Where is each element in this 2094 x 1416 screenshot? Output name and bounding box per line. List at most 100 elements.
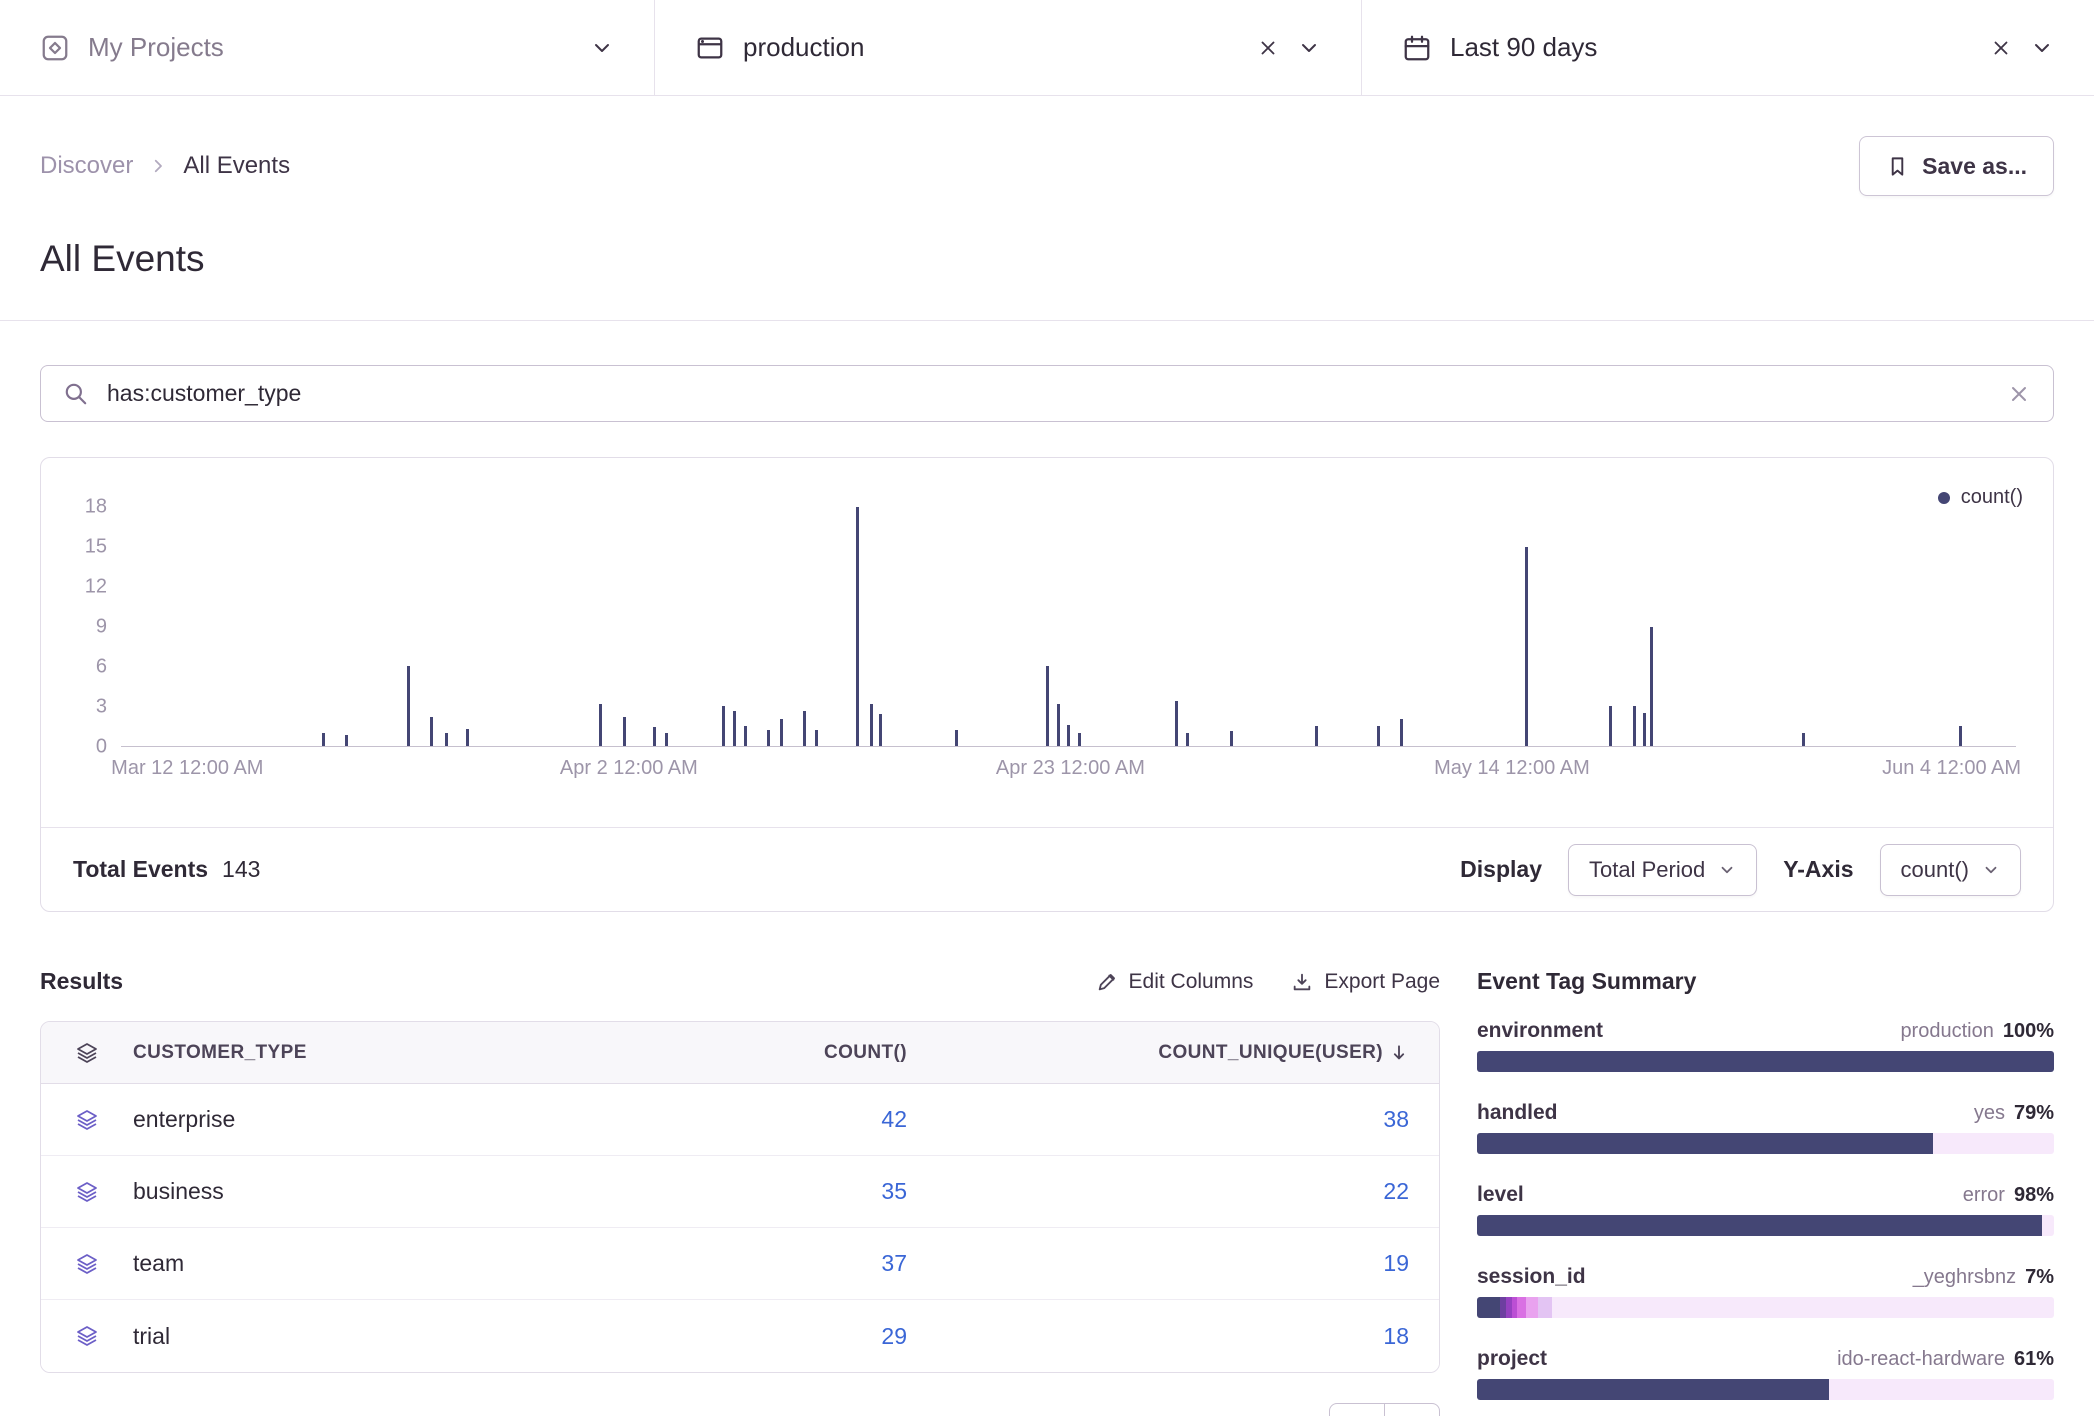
cell-customer-type: team [133, 1250, 657, 1277]
column-header-customer-type[interactable]: CUSTOMER_TYPE [133, 1042, 657, 1064]
cell-customer-type: business [133, 1178, 657, 1205]
table-row[interactable]: trial 29 18 [41, 1300, 1439, 1372]
tag-percent: 7% [2025, 1266, 2054, 1289]
tag-percent: 100% [2003, 1020, 2054, 1043]
page-header: Discover All Events Save as... All Event… [0, 96, 2094, 321]
tag-block-level: level error 98% [1477, 1183, 2054, 1236]
events-chart[interactable]: count() 0369121518 Mar 12 12:00 AMApr 2 … [41, 458, 2053, 827]
display-dropdown[interactable]: Total Period [1568, 844, 1757, 896]
column-header-count[interactable]: COUNT() [657, 1042, 907, 1064]
search-input[interactable] [107, 380, 1989, 407]
tag-top-value: yes [1974, 1102, 2005, 1125]
date-range-selector[interactable]: Last 90 days [1362, 0, 2094, 95]
chevron-right-icon [149, 157, 167, 175]
tag-bar[interactable] [1477, 1051, 2054, 1072]
cell-count[interactable]: 35 [881, 1178, 907, 1204]
chart-plot [121, 507, 2016, 747]
cell-count-unique[interactable]: 22 [1383, 1178, 1409, 1204]
tag-top-value: _yeghrsbnz [1913, 1266, 2016, 1289]
clear-date-icon[interactable] [1990, 37, 2012, 59]
tag-bar[interactable] [1477, 1133, 2054, 1154]
tag-top-value: error [1963, 1184, 2005, 1207]
stack-icon[interactable] [41, 1324, 133, 1348]
y-axis-dropdown[interactable]: count() [1880, 844, 2021, 896]
table-row[interactable]: enterprise 42 38 [41, 1084, 1439, 1156]
date-range-selector-label: Last 90 days [1450, 32, 1597, 63]
clear-environment-icon[interactable] [1257, 37, 1279, 59]
previous-page-button[interactable] [1329, 1403, 1385, 1416]
chart-legend[interactable]: count() [1938, 486, 2023, 509]
tag-percent: 98% [2014, 1184, 2054, 1207]
tag-name: level [1477, 1183, 1524, 1207]
column-header-count-unique[interactable]: COUNT_UNIQUE(USER) [907, 1042, 1439, 1064]
tag-block-project: project ido-react-hardware 61% [1477, 1347, 2054, 1400]
export-page-button[interactable]: Export Page [1291, 970, 1440, 994]
tag-bar[interactable] [1477, 1215, 2054, 1236]
table-row[interactable]: team 37 19 [41, 1228, 1439, 1300]
table-row[interactable]: business 35 22 [41, 1156, 1439, 1228]
pagination [40, 1403, 1440, 1416]
cell-count[interactable]: 37 [881, 1250, 907, 1276]
tag-percent: 79% [2014, 1102, 2054, 1125]
results-heading: Results [40, 968, 123, 995]
environment-selector[interactable]: production [655, 0, 1361, 95]
chart-x-axis: Mar 12 12:00 AMApr 2 12:00 AMApr 23 12:0… [121, 757, 2016, 783]
cell-customer-type: enterprise [133, 1106, 657, 1133]
page-title: All Events [40, 238, 2054, 320]
tag-block-session-id: session_id _yeghrsbnz 7% [1477, 1265, 2054, 1318]
search-icon [63, 381, 89, 407]
tag-top-value: ido-react-hardware [1837, 1348, 2005, 1371]
stack-icon [41, 1041, 133, 1065]
cell-count-unique[interactable]: 38 [1383, 1106, 1409, 1132]
stack-icon[interactable] [41, 1108, 133, 1132]
legend-label: count() [1961, 486, 2023, 509]
calendar-icon [1402, 33, 1432, 63]
download-icon [1291, 971, 1313, 993]
total-events-value: 143 [222, 856, 260, 883]
tag-percent: 61% [2014, 1348, 2054, 1371]
breadcrumb-current: All Events [183, 152, 290, 180]
topbar: My Projects production Last 90 days [0, 0, 2094, 96]
chevron-down-icon[interactable] [2030, 36, 2054, 60]
chevron-down-icon [1718, 861, 1736, 879]
stack-icon[interactable] [41, 1252, 133, 1276]
tag-name: environment [1477, 1019, 1603, 1043]
next-page-button[interactable] [1384, 1403, 1440, 1416]
environment-selector-label: production [743, 32, 864, 63]
tag-name: handled [1477, 1101, 1558, 1125]
total-events-label: Total Events [73, 856, 208, 883]
cell-count[interactable]: 29 [881, 1323, 907, 1349]
tag-bar[interactable] [1477, 1379, 2054, 1400]
sort-desc-icon [1389, 1043, 1409, 1063]
chevron-down-icon [1982, 861, 2000, 879]
project-selector[interactable]: My Projects [0, 0, 654, 95]
stack-icon[interactable] [41, 1180, 133, 1204]
clear-search-icon[interactable] [2007, 382, 2031, 406]
main-content: count() 0369121518 Mar 12 12:00 AMApr 2 … [0, 365, 2094, 1416]
y-axis-label: Y-Axis [1783, 856, 1853, 883]
cell-count-unique[interactable]: 19 [1383, 1250, 1409, 1276]
tag-block-handled: handled yes 79% [1477, 1101, 2054, 1154]
edit-columns-button[interactable]: Edit Columns [1096, 970, 1254, 994]
results-section: Results Edit Columns Export Page [40, 968, 1440, 1416]
table-header-row: CUSTOMER_TYPE COUNT() COUNT_UNIQUE(USER) [41, 1022, 1439, 1084]
tag-top-value: production [1900, 1020, 1993, 1043]
chart-footer: Total Events 143 Display Total Period Y-… [41, 827, 2053, 911]
chevron-down-icon[interactable] [590, 36, 614, 60]
event-tag-summary: Event Tag Summary environment production… [1477, 968, 2054, 1416]
tag-bar[interactable] [1477, 1297, 2054, 1318]
project-selector-label: My Projects [88, 32, 224, 63]
breadcrumb-discover-link[interactable]: Discover [40, 152, 133, 180]
pencil-icon [1096, 971, 1118, 993]
window-icon [695, 33, 725, 63]
tag-name: project [1477, 1347, 1547, 1371]
chart-panel: count() 0369121518 Mar 12 12:00 AMApr 2 … [40, 457, 2054, 912]
display-label: Display [1460, 856, 1542, 883]
search-bar [40, 365, 2054, 422]
cell-count-unique[interactable]: 18 [1383, 1323, 1409, 1349]
save-as-button[interactable]: Save as... [1859, 136, 2054, 196]
breadcrumb: Discover All Events [40, 152, 290, 180]
projects-icon [40, 33, 70, 63]
chevron-down-icon[interactable] [1297, 36, 1321, 60]
cell-count[interactable]: 42 [881, 1106, 907, 1132]
